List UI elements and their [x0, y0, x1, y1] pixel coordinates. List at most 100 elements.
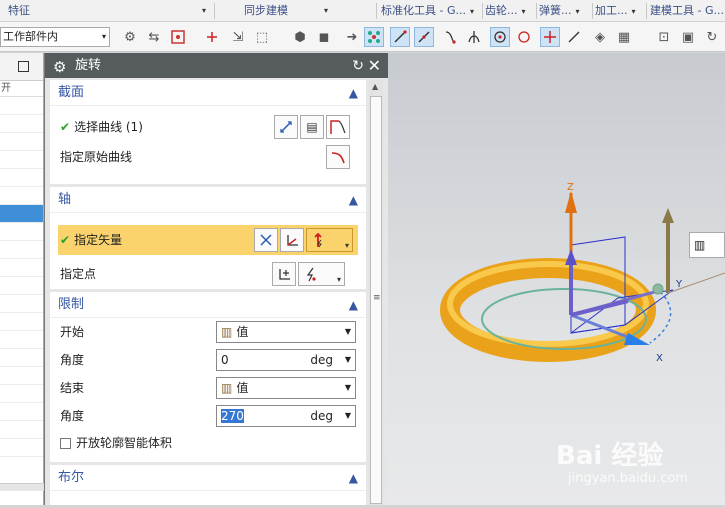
scroll-thumb[interactable]: ≡ [370, 96, 382, 504]
end-angle-input[interactable]: 270 deg ▼ [216, 405, 356, 427]
selection-scope-dropdown[interactable]: 工作部件内 ▾ [0, 27, 110, 47]
sketch-section-icon[interactable] [326, 115, 350, 139]
existing-point-icon[interactable] [540, 27, 560, 47]
grid-icon[interactable]: ▦ [614, 27, 634, 47]
quadrant-point-icon[interactable] [514, 27, 534, 47]
section-header[interactable]: 截面 ▲ [50, 80, 366, 106]
fit-view-icon[interactable]: ⊡ [654, 27, 674, 47]
end-option-dropdown[interactable]: ▥ 值 ▼ [216, 377, 356, 399]
solid-icon[interactable]: ⬢ [290, 27, 310, 47]
inferred-vector-dropdown[interactable]: ▾ [306, 228, 353, 252]
list-item[interactable] [0, 97, 43, 115]
value-icon: ▥ [694, 238, 706, 252]
arc-center-icon[interactable] [490, 27, 510, 47]
watermark-url: jingyan.baidu.com [568, 471, 688, 486]
list-item[interactable] [0, 403, 43, 421]
navigator-column-header[interactable]: 开 [0, 81, 43, 97]
list-item[interactable] [0, 187, 43, 205]
list-item[interactable] [0, 439, 43, 457]
vector-dialog-icon[interactable] [280, 228, 304, 252]
handle-arrowhead [662, 208, 674, 223]
collapse-icon[interactable]: ▲ [349, 292, 358, 318]
reverse-direction-icon[interactable] [254, 228, 278, 252]
list-item[interactable] [0, 115, 43, 133]
point-on-face-icon[interactable]: ◈ [590, 27, 610, 47]
ribbon-group-bar: 特征 ▾ 同步建模 ▾ 标准化工具 - G... ▾ 齿轮... ▾ 弹簧... ▾ 加工… [0, 0, 725, 22]
start-angle-input[interactable]: 0 deg ▼ [216, 349, 356, 371]
mid-point-icon[interactable] [414, 27, 434, 47]
original-curve-icon[interactable] [326, 145, 350, 169]
collapse-icon[interactable]: ▲ [349, 187, 358, 213]
section-header[interactable]: 布尔 ▲ [50, 465, 366, 491]
section-group: 截面 ▲ ✔ 选择曲线 (1) ▤ 指定原始曲线 [50, 80, 366, 184]
part-navigator: 开 [0, 53, 44, 505]
specify-vector-row[interactable]: ✔ 指定矢量 ▾ [58, 225, 358, 255]
list-item[interactable] [0, 277, 43, 295]
handle-point[interactable] [652, 283, 664, 295]
refresh-icon[interactable]: ↻ [702, 27, 722, 47]
select-type-icon[interactable] [168, 27, 188, 47]
select-filter-icon[interactable]: ⚙ [120, 27, 140, 47]
arrow-right-icon[interactable]: ➜ [342, 27, 362, 47]
deselect-icon[interactable]: ⇆ [144, 27, 164, 47]
navigator-header [0, 53, 43, 81]
point-dialog-icon[interactable] [272, 262, 296, 286]
section-header[interactable]: 轴 ▲ [50, 187, 366, 213]
list-item[interactable] [0, 151, 43, 169]
end-point-icon[interactable] [390, 27, 410, 47]
control-point-icon[interactable] [440, 27, 460, 47]
list-item[interactable] [0, 223, 43, 241]
list-item[interactable] [0, 259, 43, 277]
curve-rule-icon[interactable] [274, 115, 298, 139]
maximize-icon[interactable] [18, 61, 29, 72]
inferred-point-dropdown[interactable]: ▾ [298, 262, 345, 286]
group-gear[interactable]: 齿轮... ▾ [485, 2, 533, 20]
original-curve-row[interactable]: 指定原始曲线 [50, 142, 366, 172]
open-profile-row[interactable]: 开放轮廓智能体积 [50, 430, 366, 456]
list-item[interactable] [0, 421, 43, 439]
specify-point-row[interactable]: 指定点 ▾ [50, 259, 366, 289]
point-on-curve-icon[interactable] [564, 27, 584, 47]
group-standard-tools[interactable]: 标准化工具 - G... ▾ [381, 2, 481, 20]
vertical-scrollbar[interactable]: ▲ ≡ [369, 80, 383, 505]
group-sync-modeling[interactable]: 同步建模 ▾ [244, 2, 330, 20]
list-item[interactable] [0, 169, 43, 187]
group-feature[interactable]: 特征 ▾ [8, 2, 208, 20]
filter-icon[interactable]: ⇲ [228, 27, 248, 47]
list-item[interactable] [0, 367, 43, 385]
close-icon[interactable]: ✕ [368, 53, 381, 78]
scroll-up-icon[interactable]: ▲ [372, 82, 378, 91]
value-icon-button[interactable]: ▥ [689, 232, 725, 258]
collapse-icon[interactable]: ▲ [349, 465, 358, 491]
gear-icon[interactable]: ⚙ [53, 55, 66, 80]
list-item[interactable] [0, 313, 43, 331]
sketch-icon[interactable]: ▤ [300, 115, 324, 139]
section-header[interactable]: 限制 ▲ [50, 292, 366, 318]
collapse-icon[interactable]: ▲ [349, 80, 358, 106]
reset-icon[interactable]: ↻ [352, 54, 364, 79]
group-spring[interactable]: 弹簧... ▾ [539, 2, 591, 20]
section-group: 轴 ▲ ✔ 指定矢量 ▾ 指定点 ▾ [50, 187, 366, 289]
dialog-body: 截面 ▲ ✔ 选择曲线 (1) ▤ 指定原始曲线 轴 ▲ ✔ 指定矢量 ▾ 指定点 [50, 80, 366, 505]
start-row: 开始 ▥ 值 ▼ [50, 318, 366, 346]
graphics-viewport[interactable]: Z Y X ▥ Bai 经验 jingyan.baidu.com [388, 53, 725, 505]
list-item[interactable] [0, 349, 43, 367]
body-icon[interactable]: ◼ [314, 27, 334, 47]
select-curve-row[interactable]: ✔ 选择曲线 (1) ▤ [50, 112, 366, 142]
list-item[interactable] [0, 331, 43, 349]
snap-points-icon[interactable] [364, 27, 384, 47]
intersection-point-icon[interactable] [464, 27, 484, 47]
horizontal-scrollbar[interactable] [0, 483, 44, 491]
open-profile-checkbox[interactable] [60, 438, 71, 449]
list-item[interactable] [0, 133, 43, 151]
list-item-selected[interactable] [0, 205, 43, 223]
snap-point-icon[interactable] [202, 27, 222, 47]
group-modeling-tools[interactable]: 建模工具 - G...▾ [650, 2, 725, 20]
list-item[interactable] [0, 295, 43, 313]
render-icon[interactable]: ▣ [678, 27, 698, 47]
list-item[interactable] [0, 385, 43, 403]
box-select-icon[interactable]: ⬚ [252, 27, 272, 47]
group-machining[interactable]: 加工... ▾ [595, 2, 647, 20]
list-item[interactable] [0, 241, 43, 259]
start-option-dropdown[interactable]: ▥ 值 ▼ [216, 321, 356, 343]
